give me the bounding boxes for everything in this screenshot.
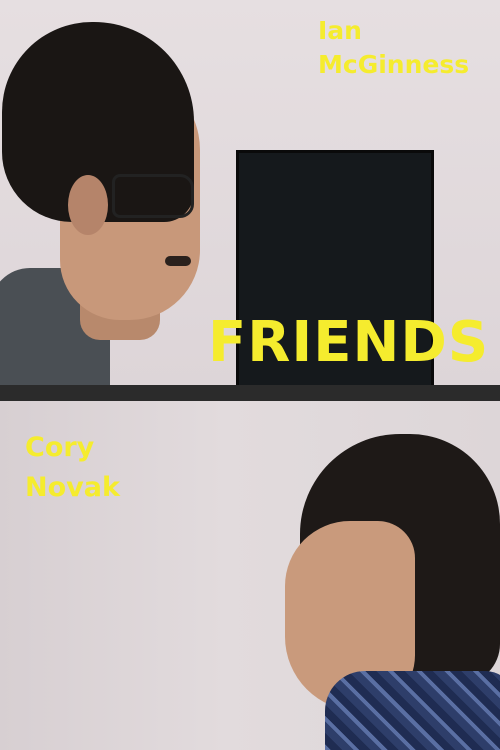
actor-credit-bottom: Cory Novak	[25, 428, 205, 508]
movie-title: FRIENDS	[208, 310, 490, 375]
actor-first-name: Cory	[25, 432, 95, 463]
actor-first-name: Ian	[318, 16, 362, 45]
plaid-shirt	[325, 671, 500, 750]
actor-credit-top: Ian McGinness	[318, 14, 498, 82]
movie-poster: Ian McGinness FRIENDS Cory Novak	[0, 0, 500, 750]
actor-last-name: Novak	[25, 472, 120, 503]
glasses	[112, 174, 194, 218]
ear	[68, 175, 108, 235]
mustache	[165, 256, 191, 266]
actor-last-name: McGinness	[318, 50, 470, 79]
photo-divider	[0, 385, 500, 401]
